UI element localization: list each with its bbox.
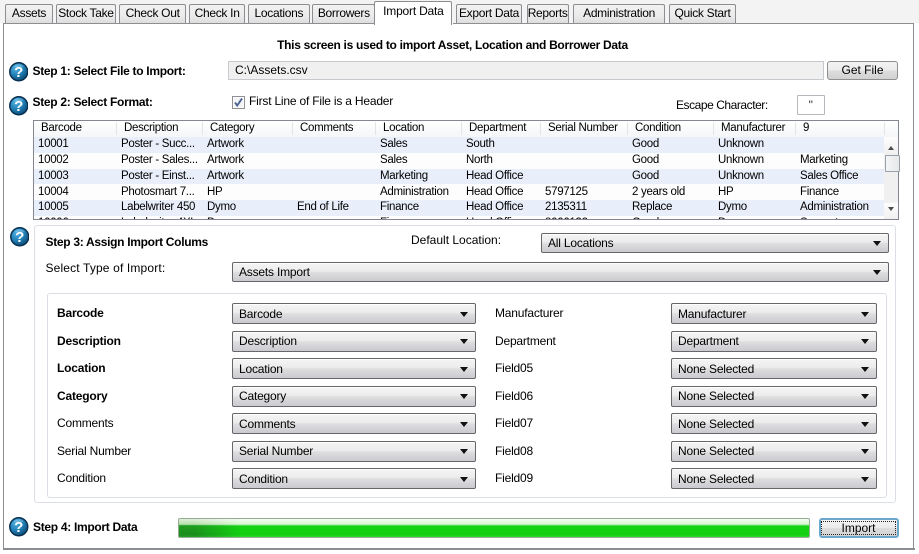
svg-text:?: ?: [14, 519, 23, 536]
svg-text:?: ?: [14, 98, 23, 115]
svg-text:?: ?: [15, 229, 24, 246]
svg-text:?: ?: [14, 64, 23, 81]
